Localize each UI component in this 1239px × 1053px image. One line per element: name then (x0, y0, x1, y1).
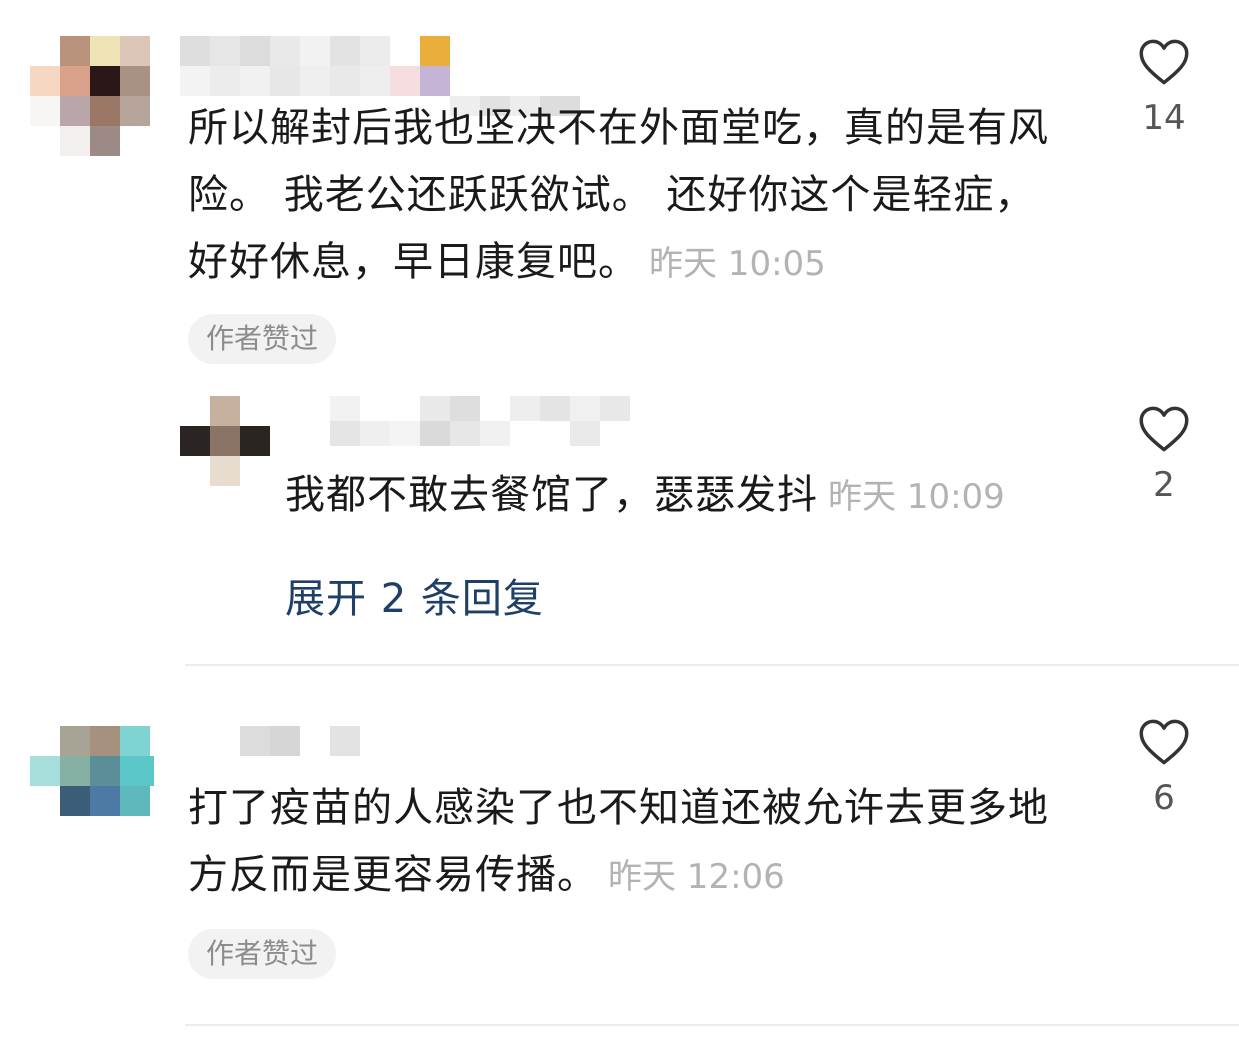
avatar[interactable] (30, 726, 154, 818)
reply-text: 我都不敢去餐馆了，瑟瑟发抖 昨天 10:09 (285, 468, 1085, 524)
like-count: 14 (1142, 98, 1186, 138)
like-button[interactable]: 6 (1129, 718, 1199, 818)
author-liked-badge: 作者赞过 (188, 314, 337, 364)
comment-timestamp: 昨天 12:06 (608, 857, 785, 897)
divider (185, 664, 1239, 666)
comment-list: 所以解封后我也坚决不在外面堂吃，真的是有风险。 我老公还跃跃欲试。 还好你这个是… (0, 0, 1239, 1053)
comment-text: 所以解封后我也坚决不在外面堂吃，真的是有风险。 我老公还跃跃欲试。 还好你这个是… (188, 95, 1058, 298)
reply-body: 我都不敢去餐馆了，瑟瑟发抖 (285, 472, 818, 518)
reply-timestamp: 昨天 10:09 (828, 477, 1005, 517)
like-count: 2 (1153, 465, 1175, 505)
comment-text: 打了疫苗的人感染了也不知道还被允许去更多地方反而是更容易传播。 昨天 12:06 (188, 775, 1058, 911)
divider (185, 1024, 1239, 1026)
like-button[interactable]: 14 (1129, 38, 1199, 138)
username[interactable] (180, 726, 360, 756)
reply-username[interactable] (300, 396, 630, 446)
heart-outline-icon (1139, 39, 1189, 85)
author-liked-badge: 作者赞过 (188, 929, 337, 979)
comment-timestamp: 昨天 10:05 (649, 244, 826, 284)
avatar[interactable] (30, 36, 152, 158)
expand-replies-link[interactable]: 展开 2 条回复 (285, 566, 544, 624)
reply-avatar[interactable] (180, 396, 272, 488)
reply-like-button[interactable]: 2 (1129, 405, 1199, 505)
heart-outline-icon (1139, 719, 1189, 765)
like-count: 6 (1153, 778, 1175, 818)
heart-outline-icon (1139, 406, 1189, 452)
comment-body: 所以解封后我也坚决不在外面堂吃，真的是有风险。 我老公还跃跃欲试。 还好你这个是… (188, 105, 1049, 285)
